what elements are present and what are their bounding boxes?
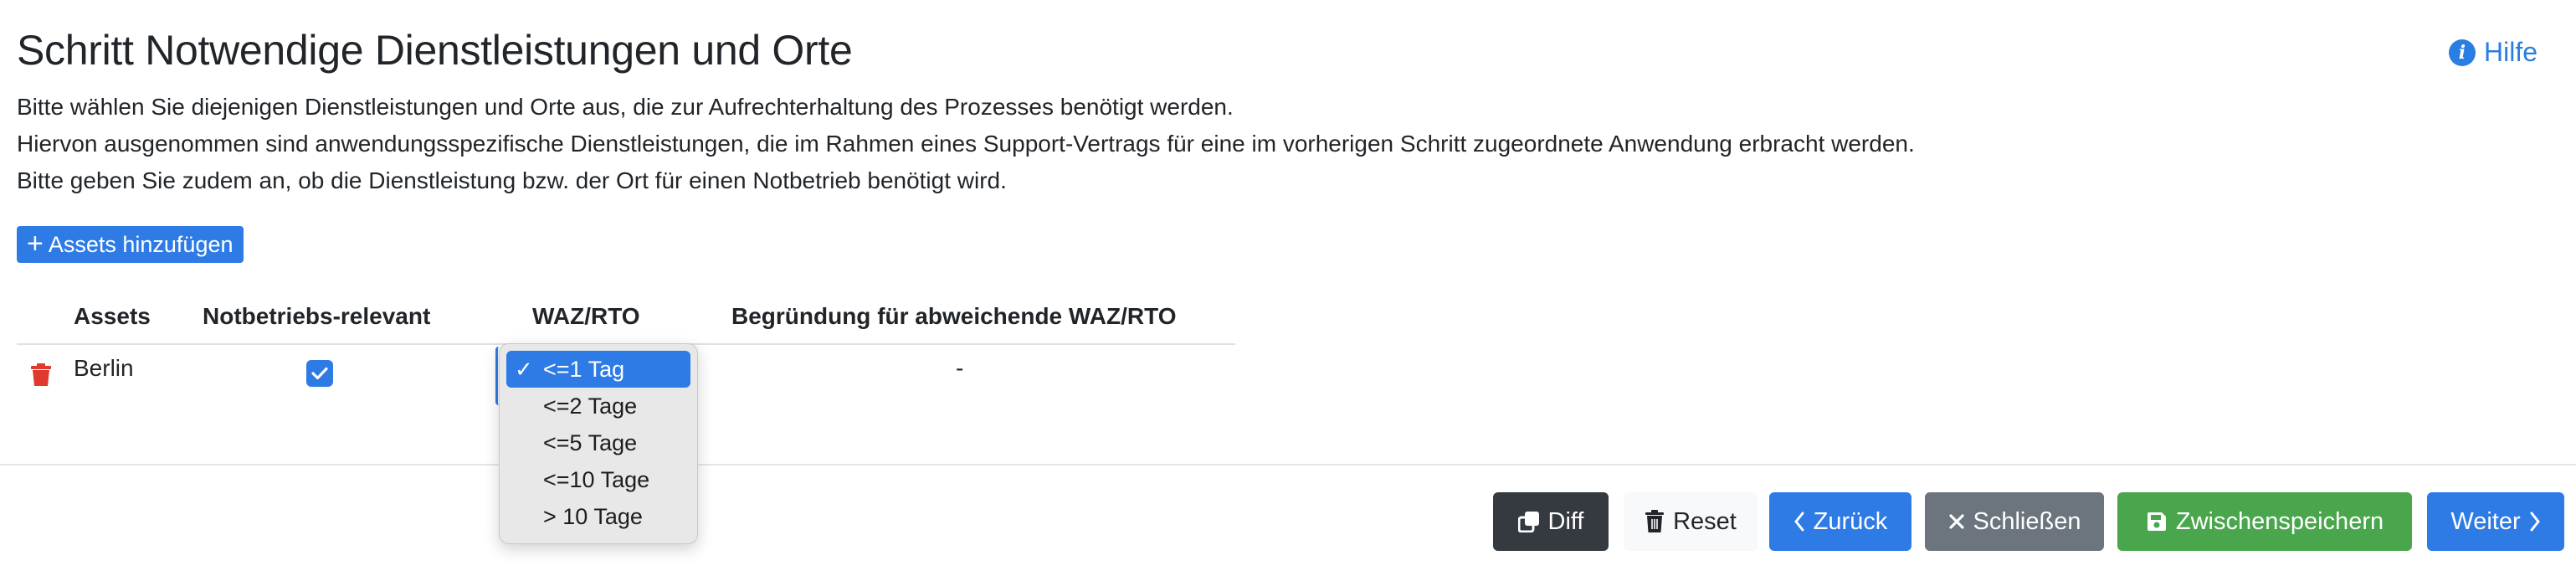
close-label: Schließen (1973, 507, 2081, 535)
column-header-assets: Assets (74, 303, 151, 329)
intro-line-1: Bitte wählen Sie diejenigen Dienstleistu… (17, 94, 1234, 120)
save-draft-label: Zwischenspeichern (2175, 507, 2384, 535)
page: Schritt Notwendige Dienstleistungen und … (0, 0, 2576, 576)
copy-icon (1517, 512, 1539, 532)
asset-name: Berlin (74, 355, 134, 381)
add-assets-label: Assets hinzufügen (48, 231, 233, 257)
check-icon: ✓ (515, 357, 533, 382)
column-header-emergency: Notbetriebs-relevant (203, 303, 431, 329)
save-draft-button[interactable]: Zwischenspeichern (2117, 492, 2412, 551)
back-button[interactable]: Zurück (1769, 492, 1911, 551)
footer-divider (0, 464, 2576, 465)
help-label: Hilfe (2483, 37, 2538, 67)
column-header-waz: WAZ/RTO (532, 303, 640, 329)
emergency-relevant-checkbox[interactable] (306, 360, 333, 387)
page-title: Schritt Notwendige Dienstleistungen und … (17, 27, 853, 74)
option-label: > 10 Tage (543, 504, 643, 529)
trash-icon (1645, 510, 1665, 532)
intro-text: Bitte wählen Sie diejenigen Dienstleistu… (17, 89, 1915, 199)
add-assets-button[interactable]: + Assets hinzufügen (17, 226, 244, 263)
waz-option-10-days[interactable]: <=10 Tage (506, 461, 690, 498)
waz-option-1-day[interactable]: ✓ <=1 Tag (506, 351, 690, 388)
waz-dropdown-menu: ✓ <=1 Tag <=2 Tage <=5 Tage <=10 Tage > … (499, 343, 698, 544)
chevron-right-icon (2530, 512, 2540, 532)
reset-label: Reset (1673, 507, 1737, 535)
option-label: <=1 Tag (543, 357, 625, 382)
diff-button[interactable]: Diff (1493, 492, 1609, 551)
column-header-reason: Begründung für abweichende WAZ/RTO (731, 303, 1177, 329)
option-label: <=10 Tage (543, 467, 650, 492)
chevron-left-icon (1794, 512, 1804, 532)
help-link[interactable]: i Hilfe (2448, 37, 2538, 68)
back-label: Zurück (1813, 507, 1888, 535)
reason-value: - (956, 355, 964, 381)
plus-icon: + (27, 227, 44, 260)
option-label: <=5 Tage (543, 430, 638, 455)
table-header: Assets Notbetriebs-relevant WAZ/RTO Begr… (17, 295, 1235, 345)
reset-button[interactable]: Reset (1624, 492, 1758, 551)
trash-icon[interactable] (30, 363, 52, 387)
waz-option-5-days[interactable]: <=5 Tage (506, 424, 690, 461)
info-circle-icon: i (2448, 39, 2476, 66)
waz-option-2-days[interactable]: <=2 Tage (506, 388, 690, 424)
option-label: <=2 Tage (543, 393, 638, 419)
diff-label: Diff (1547, 507, 1584, 535)
close-icon (1948, 514, 1964, 529)
intro-line-3: Bitte geben Sie zudem an, ob die Dienstl… (17, 167, 1007, 193)
next-label: Weiter (2450, 507, 2521, 535)
waz-option-over-10-days[interactable]: > 10 Tage (506, 498, 690, 535)
next-button[interactable]: Weiter (2427, 492, 2564, 551)
floppy-disk-icon (2147, 512, 2166, 531)
intro-line-2: Hiervon ausgenommen sind anwendungsspezi… (17, 131, 1915, 157)
check-icon (311, 367, 328, 380)
close-button[interactable]: Schließen (1925, 492, 2104, 551)
